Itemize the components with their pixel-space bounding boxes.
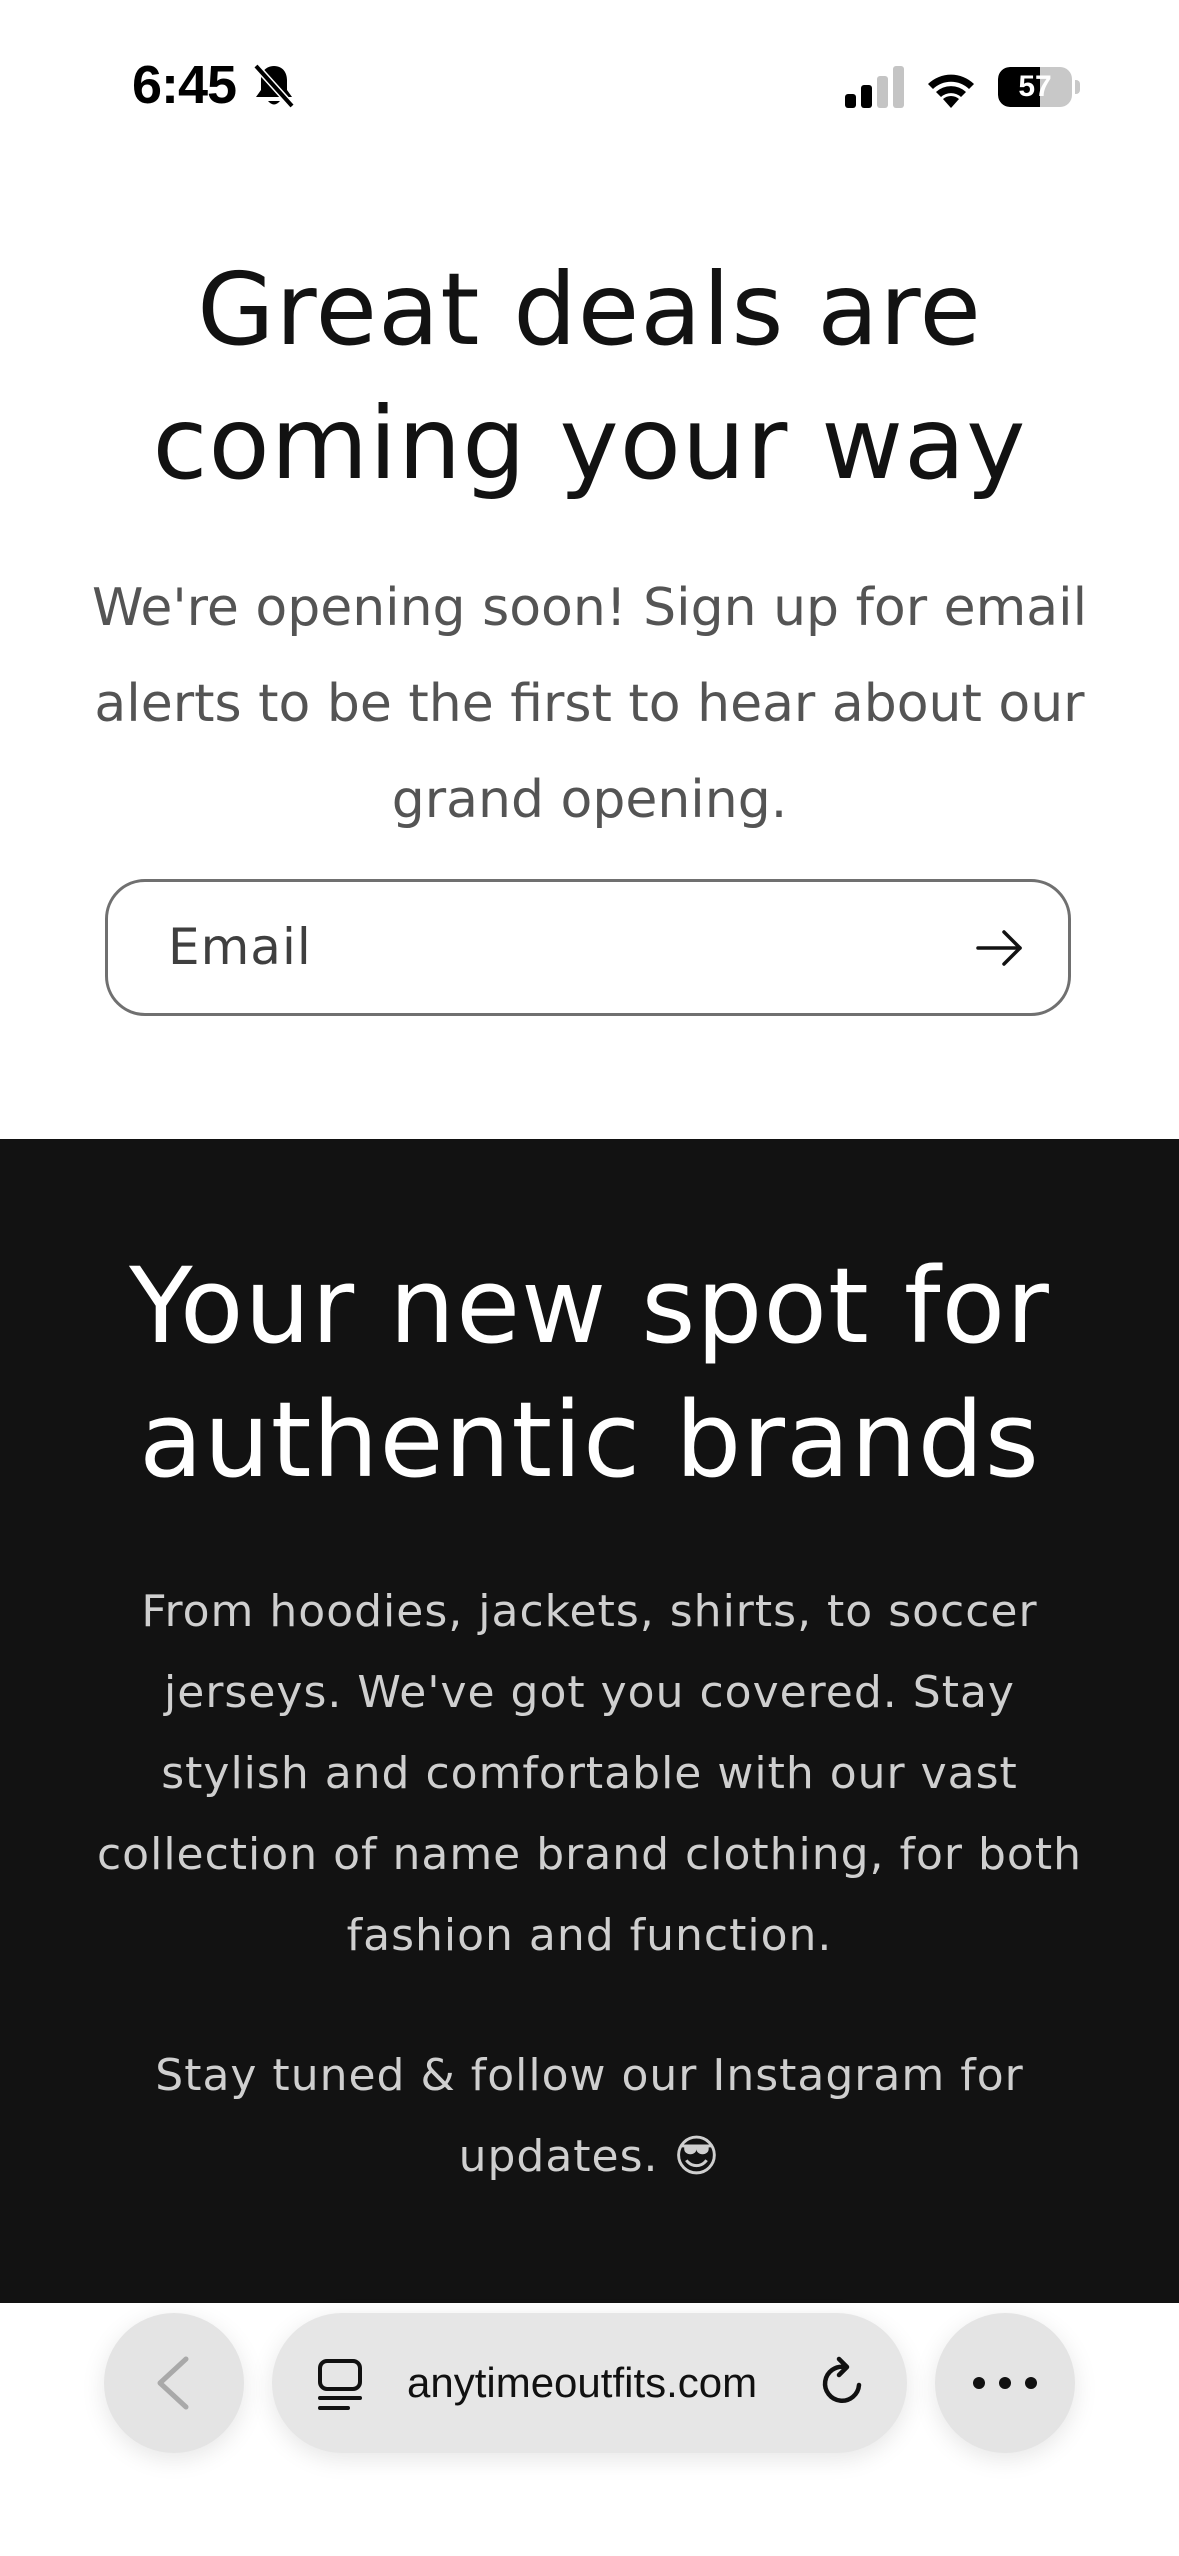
sunglasses-emoji: 😎 [673, 2131, 721, 2182]
more-button[interactable] [935, 2313, 1075, 2453]
status-bar: 6:45 57 [0, 0, 1179, 150]
wifi-icon [928, 74, 974, 108]
reload-icon[interactable] [815, 2355, 871, 2411]
arrow-right-icon[interactable] [972, 920, 1028, 976]
more-icon [973, 2377, 1037, 2389]
promo-section: Your new spot for authentic brands From … [0, 1139, 1179, 2304]
signal-icon [845, 66, 904, 108]
email-field[interactable]: Email [105, 879, 1071, 1016]
promo-paragraph: From hoodies, jackets, shirts, to soccer… [96, 1586, 1082, 1961]
promo-heading: Your new spot for authentic brands [129, 1245, 1050, 1501]
follow-text: Stay tuned & follow our Instagram for up… [155, 2050, 1024, 2182]
status-time: 6:45 [132, 55, 237, 115]
email-placeholder[interactable]: Email [168, 882, 312, 1013]
battery-icon: 57 [998, 67, 1080, 107]
url-text[interactable]: anytimeoutfits.com [407, 2313, 757, 2453]
follow-text-block: Stay tuned & follow our Instagram for up… [95, 2035, 1084, 2197]
address-bar[interactable]: anytimeoutfits.com [272, 2313, 907, 2453]
back-button[interactable] [104, 2313, 244, 2453]
tabs-icon[interactable] [314, 2357, 370, 2413]
chevron-left-icon [157, 2356, 189, 2410]
battery-level: 57 [1018, 70, 1052, 103]
newsletter-heading: Great deals are coming your way [152, 251, 1027, 502]
newsletter-text: We're opening soon! Sign up for email al… [91, 578, 1088, 830]
browser-bar: anytimeoutfits.com [0, 2303, 1179, 2556]
bell-off-icon [253, 63, 295, 109]
newsletter-section: Great deals are coming your way We're op… [0, 150, 1179, 1140]
